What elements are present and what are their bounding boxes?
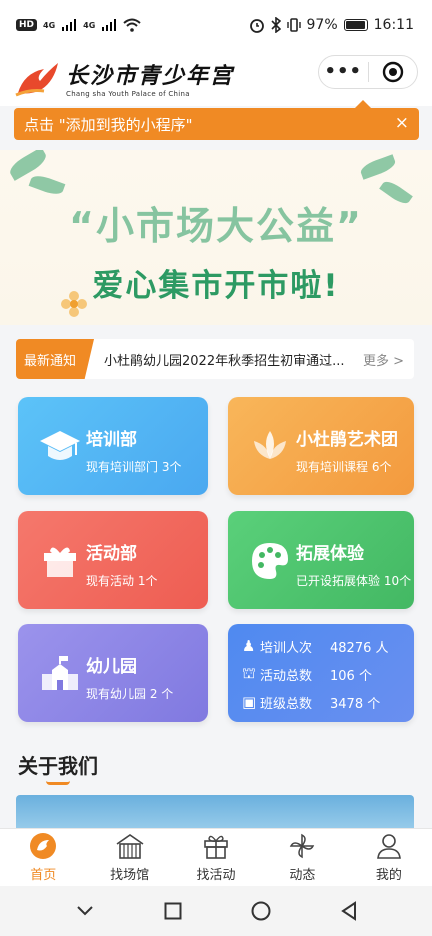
card-subtitle: 现有幼儿园 2 个	[86, 687, 174, 701]
gift-box-icon	[44, 547, 76, 577]
chevron-down-icon[interactable]	[75, 904, 95, 918]
signal-4g-1: 4G	[43, 20, 56, 30]
close-icon[interactable]: ×	[395, 113, 409, 133]
tab-activities[interactable]: 找活动	[173, 829, 259, 886]
wifi-icon	[123, 18, 141, 32]
back-triangle-icon[interactable]	[340, 901, 358, 921]
class-icon: ▣	[242, 693, 257, 711]
stat-row: ♟ 培训人次 48276 人	[242, 632, 400, 660]
add-to-my-miniprogram-tip[interactable]: 点击 "添加到我的小程序" ×	[14, 100, 419, 140]
leaf-decoration	[28, 172, 66, 198]
card-title: 培训部	[86, 430, 137, 450]
school-icon	[42, 656, 78, 690]
notice-text[interactable]: 小杜鹃幼儿园2022年秋季招生初审通过...	[94, 350, 353, 369]
logo-title: 长沙市青少年宫	[66, 63, 235, 89]
card-subtitle: 已开设拓展体验 10个	[296, 574, 412, 588]
gift-icon	[204, 835, 228, 859]
promo-banner[interactable]: “小市场大公益” 爱心集市开市啦!	[0, 150, 432, 325]
card-training[interactable]: 培训部 现有培训部门 3个	[18, 397, 208, 495]
battery-icon	[343, 19, 368, 31]
lotus-icon	[254, 431, 286, 459]
clock: 16:11	[373, 17, 414, 33]
system-navigation-bar	[0, 886, 432, 936]
card-title: 幼儿园	[86, 657, 137, 677]
card-title: 拓展体验	[296, 544, 364, 564]
stat-value: 3478 个	[330, 696, 381, 712]
stat-label: 班级总数	[260, 696, 313, 712]
stat-row: ⛫ 活动总数 106 个	[242, 660, 400, 688]
logo: 长沙市青少年宫 Chang sha Youth Palace of China	[14, 58, 234, 98]
home-circle-icon[interactable]	[251, 901, 271, 921]
card-subtitle: 现有培训课程 6个	[296, 460, 392, 474]
alarm-icon	[249, 19, 264, 33]
tip-text: 点击 "添加到我的小程序"	[24, 115, 193, 134]
leaf-decoration	[358, 154, 398, 180]
card-subtitle: 现有培训部门 3个	[86, 460, 182, 474]
signal-4g-2: 4G	[83, 20, 96, 30]
banner-subheadline: 爱心集市开市啦!	[92, 268, 340, 304]
recent-apps-icon[interactable]	[164, 902, 182, 920]
card-title: 小杜鹃艺术团	[296, 430, 398, 450]
card-title: 活动部	[86, 544, 137, 564]
tab-label: 找场馆	[110, 868, 150, 883]
notice-more-link[interactable]: 更多 >	[353, 350, 414, 369]
tab-venues[interactable]: 找场馆	[86, 829, 172, 886]
vibrate-icon	[286, 18, 301, 32]
flame-logo-icon	[15, 63, 58, 97]
bluetooth-icon	[270, 17, 281, 33]
card-art-troupe[interactable]: 小杜鹃艺术团 现有培训课程 6个	[228, 397, 414, 495]
stat-label: 活动总数	[260, 668, 313, 684]
hd-badge: HD	[16, 19, 38, 31]
pinwheel-icon	[290, 833, 315, 859]
tab-mine[interactable]: 我的	[346, 829, 432, 886]
section-title-about: 关于我们	[18, 754, 98, 778]
target-icon[interactable]	[369, 61, 418, 83]
stat-label: 培训人次	[260, 640, 313, 656]
stat-value: 48276 人	[330, 640, 389, 656]
home-icon	[30, 833, 57, 859]
signal-bars-icon	[102, 19, 117, 31]
app-header: 长沙市青少年宫 Chang sha Youth Palace of China …	[0, 50, 432, 106]
logo-subtitle: Chang sha Youth Palace of China	[66, 90, 190, 98]
activity-icon: ⛫	[242, 664, 256, 682]
card-subtitle: 现有活动 1个	[86, 574, 158, 588]
tab-label: 动态	[289, 868, 316, 883]
bottom-tab-bar: 首页 找场馆 找活动 动态 我的	[0, 828, 432, 886]
tab-home[interactable]: 首页	[0, 829, 86, 886]
card-expansion[interactable]: 拓展体验 已开设拓展体验 10个	[228, 511, 414, 609]
stat-row: ▣ 班级总数 3478 个	[242, 688, 400, 716]
user-icon	[376, 834, 401, 859]
tab-label: 首页	[30, 868, 57, 883]
notice-tag: 最新通知	[16, 339, 95, 379]
tab-label: 我的	[375, 868, 402, 883]
venue-icon	[116, 834, 144, 859]
palette-icon	[252, 543, 288, 579]
stat-value: 106 个	[330, 668, 372, 684]
stats-card: ♟ 培训人次 48276 人 ⛫ 活动总数 106 个 ▣ 班级总数 3478 …	[228, 624, 414, 722]
graduation-cap-icon	[40, 431, 80, 460]
mini-program-capsule: •••	[318, 55, 418, 89]
student-icon: ♟	[242, 637, 256, 655]
card-kindergarten[interactable]: 幼儿园 现有幼儿园 2 个	[18, 624, 208, 722]
banner-headline: “小市场大公益”	[69, 204, 363, 248]
notice-bar[interactable]: 最新通知 小杜鹃幼儿园2022年秋季招生初审通过... 更多 >	[16, 339, 414, 379]
status-bar: HD 4G 4G 97% 16:11	[0, 0, 432, 50]
tab-label: 找活动	[196, 868, 236, 883]
battery-percent: 97%	[306, 17, 338, 33]
card-activity[interactable]: 活动部 现有活动 1个	[18, 511, 208, 609]
signal-bars-icon	[62, 19, 77, 31]
more-dots-icon[interactable]: •••	[319, 62, 368, 82]
tab-news[interactable]: 动态	[259, 829, 345, 886]
section-underline	[46, 781, 70, 785]
